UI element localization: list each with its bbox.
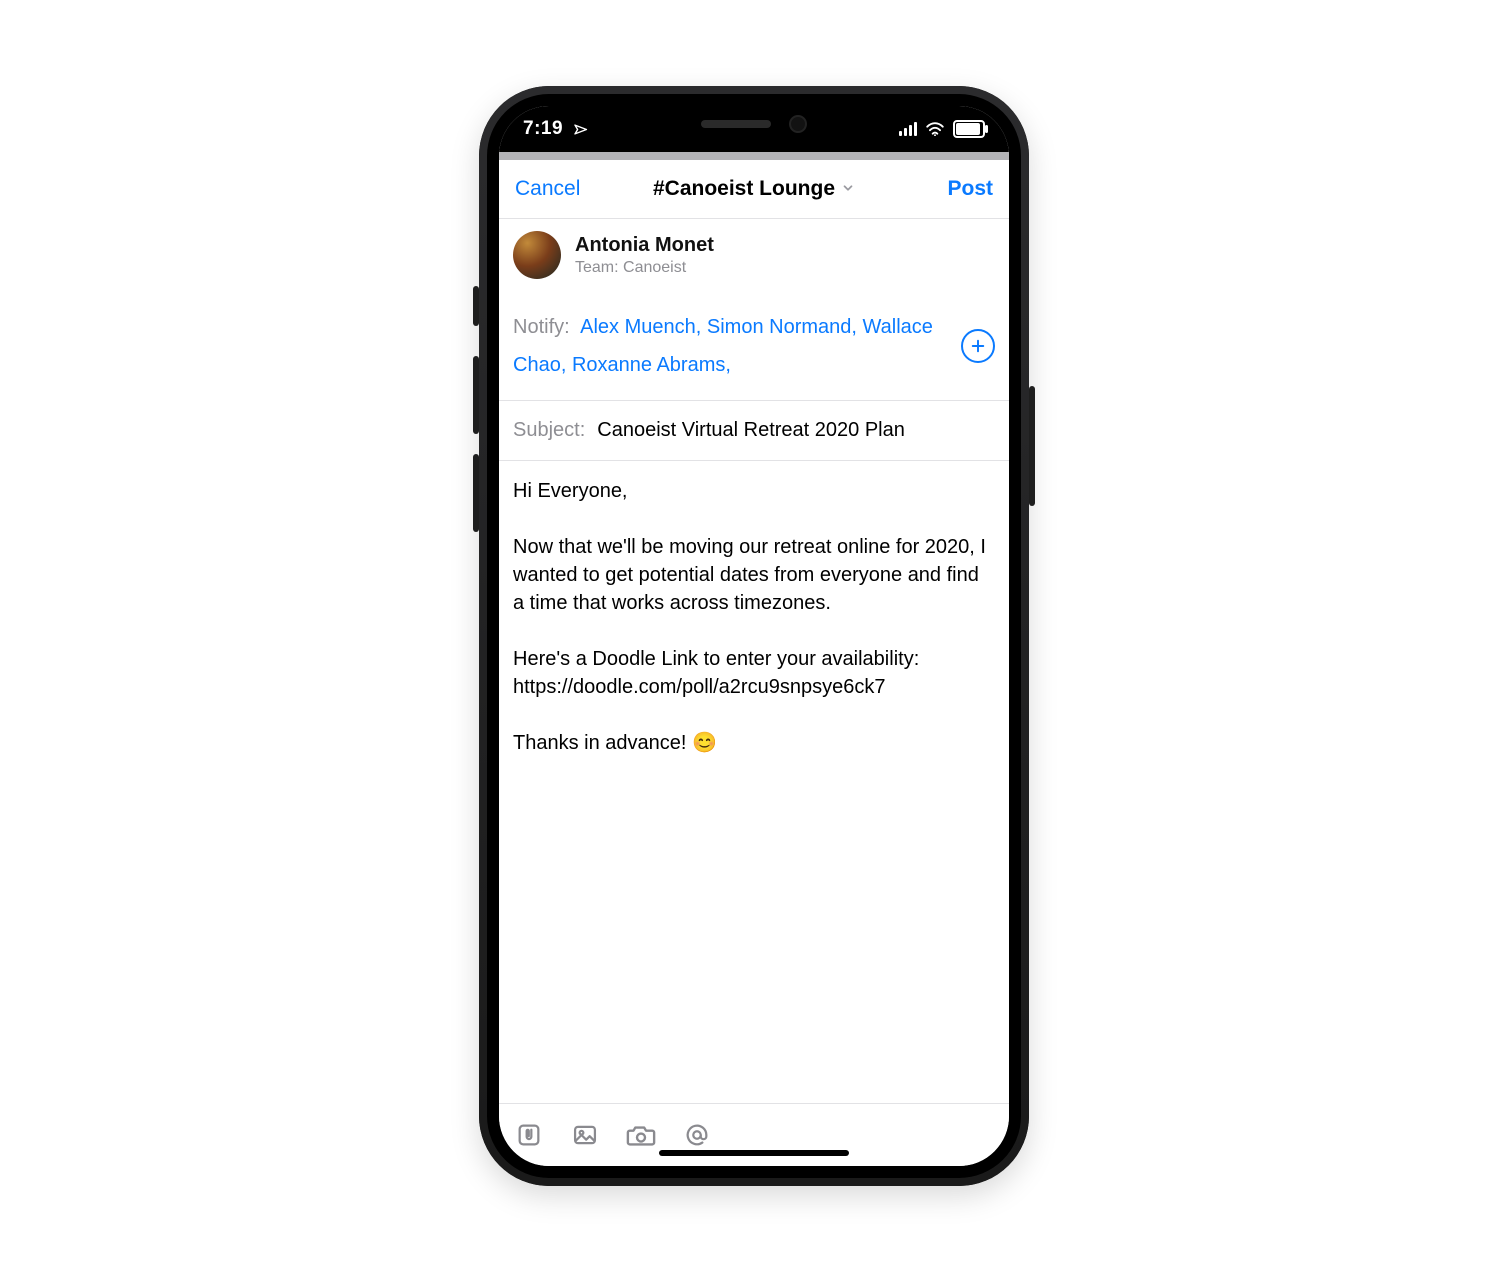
recipient[interactable]: Simon Normand [707, 316, 852, 338]
volume-down-button [473, 454, 479, 532]
location-icon [568, 118, 589, 139]
separator: , [725, 354, 731, 376]
mute-switch [473, 286, 479, 326]
battery-icon [953, 120, 985, 138]
author-name: Antonia Monet [575, 234, 714, 257]
separator: , [561, 354, 572, 376]
notify-row[interactable]: Notify: Alex Muench, Simon Normand, Wall… [499, 292, 1009, 401]
status-right [899, 120, 985, 138]
screen: 7:19 Cancel [499, 106, 1009, 1166]
canvas: 7:19 Cancel [0, 0, 1508, 1272]
at-icon[interactable] [681, 1119, 713, 1151]
recipient[interactable]: Roxanne Abrams [572, 354, 725, 376]
notify-label: Notify: [513, 316, 570, 338]
message-body[interactable]: Hi Everyone, Now that we'll be moving ou… [499, 461, 1009, 1103]
author-row: Antonia Monet Team: Canoeist [499, 219, 1009, 292]
subject-row[interactable]: Subject: Canoeist Virtual Retreat 2020 P… [499, 401, 1009, 461]
front-camera [789, 115, 807, 133]
volume-up-button [473, 356, 479, 434]
channel-title: #Canoeist Lounge [653, 177, 835, 201]
speaker-grille [701, 120, 771, 128]
post-button[interactable]: Post [897, 171, 997, 207]
avatar [513, 231, 561, 279]
separator: , [851, 316, 862, 338]
author-team: Team: Canoeist [575, 259, 714, 277]
status-left: 7:19 [523, 118, 586, 140]
camera-icon[interactable] [625, 1119, 657, 1151]
navbar: Cancel #Canoeist Lounge Post [499, 160, 1009, 219]
subject-label: Subject: [513, 419, 585, 442]
image-icon[interactable] [569, 1119, 601, 1151]
channel-selector[interactable]: #Canoeist Lounge [653, 177, 855, 201]
cancel-button[interactable]: Cancel [511, 171, 611, 207]
chevron-down-icon [841, 177, 855, 201]
compose-sheet: Cancel #Canoeist Lounge Post Antonia Mon… [499, 160, 1009, 1166]
subject-input[interactable]: Canoeist Virtual Retreat 2020 Plan [597, 419, 905, 442]
sheet-backdrop [499, 152, 1009, 160]
recipient[interactable]: Alex Muench [580, 316, 696, 338]
compose-toolbar [499, 1103, 1009, 1166]
add-recipient-button[interactable] [961, 329, 995, 363]
power-button [1029, 386, 1035, 506]
wifi-icon [925, 122, 945, 136]
author-meta: Antonia Monet Team: Canoeist [575, 234, 714, 277]
phone-frame: 7:19 Cancel [479, 86, 1029, 1186]
notch [644, 106, 864, 142]
status-time: 7:19 [523, 118, 563, 140]
cellular-icon [899, 122, 917, 136]
paperclip-icon[interactable] [513, 1119, 545, 1151]
home-indicator[interactable] [659, 1150, 849, 1156]
separator: , [696, 316, 707, 338]
